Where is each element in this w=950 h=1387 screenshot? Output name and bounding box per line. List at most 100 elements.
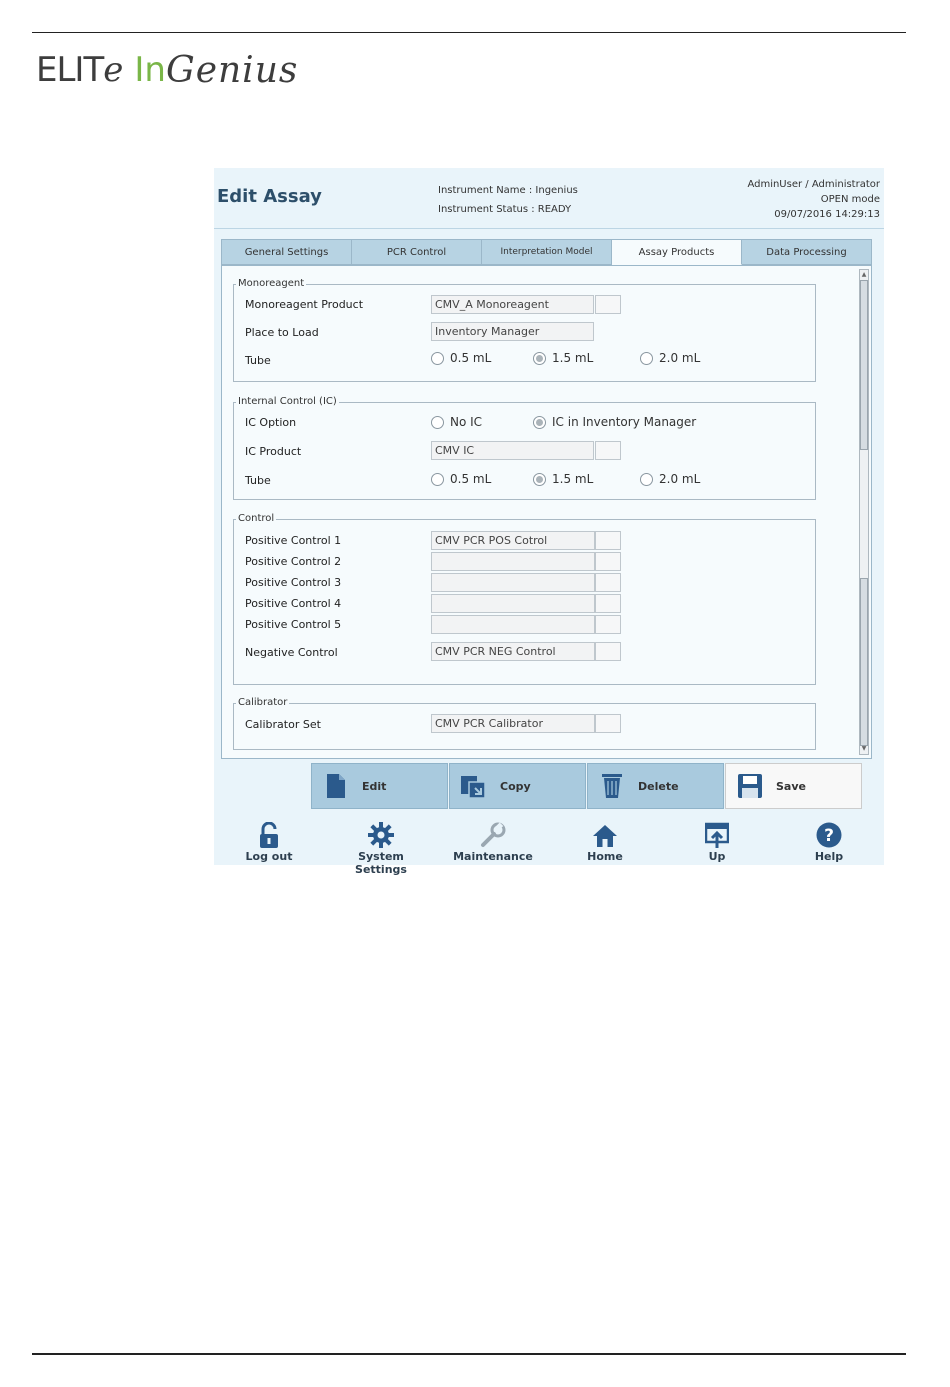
radio-circle <box>640 351 653 365</box>
tab-bar: General Settings PCR Control Interpretat… <box>221 239 872 265</box>
home-button[interactable]: Home <box>555 820 655 863</box>
tab-assay-products[interactable]: Assay Products <box>612 239 742 265</box>
mode: OPEN mode <box>820 194 880 205</box>
ic-tube-label: Tube <box>245 474 271 487</box>
negative-control-label: Negative Control <box>245 646 338 659</box>
tab-interpretation-model[interactable]: Interpretation Model <box>482 239 612 265</box>
monoreagent-product-browse-button[interactable] <box>595 295 621 314</box>
copy-icon <box>460 772 488 800</box>
user-name: AdminUser / Administrator <box>747 179 880 190</box>
gear-icon <box>331 820 431 848</box>
ic-option-inventory-manager[interactable]: IC in Inventory Manager <box>533 415 696 429</box>
action-bar: Edit Copy Delete Save <box>311 763 863 809</box>
logout-button[interactable]: Log out <box>219 820 319 863</box>
scrollbar-thumb-upper[interactable] <box>860 280 868 450</box>
group-label: Internal Control (IC) <box>236 396 339 407</box>
monoreagent-product-field[interactable]: CMV_A Monoreagent <box>431 295 594 314</box>
positive-control-4-field[interactable] <box>431 594 595 613</box>
tab-data-processing[interactable]: Data Processing <box>742 239 872 265</box>
positive-control-1-field[interactable]: CMV PCR POS Cotrol <box>431 531 595 550</box>
document-icon <box>322 772 350 800</box>
scrollbar-thumb-lower[interactable] <box>860 578 868 746</box>
page-bottom-rule <box>32 1353 906 1355</box>
positive-control-4-label: Positive Control 4 <box>245 597 342 610</box>
up-button[interactable]: Up <box>667 820 767 863</box>
tube-label: Tube <box>245 354 271 367</box>
scroll-down-icon[interactable]: ▼ <box>860 744 868 754</box>
negative-control-browse-button[interactable] <box>595 642 621 661</box>
save-button[interactable]: Save <box>725 763 862 809</box>
trash-icon <box>598 772 626 800</box>
radio-circle <box>431 472 444 486</box>
question-mark-icon: ? <box>779 820 879 848</box>
positive-control-5-label: Positive Control 5 <box>245 618 342 631</box>
group-label: Monoreagent <box>236 278 307 289</box>
system-settings-button[interactable]: System Settings <box>331 820 431 876</box>
page-title: Edit Assay <box>217 186 322 207</box>
positive-control-1-browse-button[interactable] <box>595 531 621 550</box>
ic-product-browse-button[interactable] <box>595 441 621 460</box>
elite-ingenius-logo: ELITe InGenius <box>36 50 299 91</box>
radio-circle <box>431 351 444 365</box>
header-divider <box>214 228 884 229</box>
positive-control-2-field[interactable] <box>431 552 595 571</box>
floppy-disk-icon <box>736 772 764 800</box>
edit-assay-window: Edit Assay Instrument Name : Ingenius In… <box>214 168 884 876</box>
negative-control-field[interactable]: CMV PCR NEG Control <box>431 642 595 661</box>
radio-circle-selected <box>533 472 546 486</box>
ic-product-field[interactable]: CMV IC <box>431 441 594 460</box>
ic-tube-radio-2-0ml[interactable]: 2.0 mL <box>640 472 700 486</box>
positive-control-5-browse-button[interactable] <box>595 615 621 634</box>
copy-button[interactable]: Copy <box>449 763 586 809</box>
scroll-up-icon[interactable]: ▲ <box>860 270 868 280</box>
monoreagent-product-label: Monoreagent Product <box>245 298 364 311</box>
tab-general-settings[interactable]: General Settings <box>221 239 352 265</box>
tab-pcr-control[interactable]: PCR Control <box>352 239 482 265</box>
control-group: Control Positive Control 1 CMV PCR POS C… <box>233 513 816 685</box>
edit-button[interactable]: Edit <box>311 763 448 809</box>
header: Edit Assay Instrument Name : Ingenius In… <box>214 168 884 228</box>
calibrator-set-field[interactable]: CMV PCR Calibrator <box>431 714 595 733</box>
radio-circle-selected <box>533 351 546 365</box>
assay-products-panel: Monoreagent Monoreagent Product CMV_A Mo… <box>221 265 872 759</box>
unlock-icon <box>219 820 319 848</box>
wrench-icon <box>443 820 543 848</box>
vertical-scrollbar[interactable]: ▲ ▼ <box>859 269 869 755</box>
monoreagent-group: Monoreagent Monoreagent Product CMV_A Mo… <box>233 278 816 382</box>
radio-circle <box>431 415 444 429</box>
internal-control-group: Internal Control (IC) IC Option No IC IC… <box>233 396 816 500</box>
calibrator-set-browse-button[interactable] <box>595 714 621 733</box>
delete-button[interactable]: Delete <box>587 763 724 809</box>
page-top-rule <box>32 32 906 33</box>
ic-tube-radio-1-5ml[interactable]: 1.5 mL <box>533 472 593 486</box>
user-info: AdminUser / Administrator OPEN mode 09/0… <box>747 177 880 222</box>
calibrator-group: Calibrator Calibrator Set CMV PCR Calibr… <box>233 697 816 750</box>
bottom-navigation: Log out System Settings Maintenance Home… <box>214 820 884 876</box>
positive-control-1-label: Positive Control 1 <box>245 534 342 547</box>
tube-radio-1-5ml[interactable]: 1.5 mL <box>533 351 593 365</box>
positive-control-4-browse-button[interactable] <box>595 594 621 613</box>
ic-option-no-ic[interactable]: No IC <box>431 415 482 429</box>
tube-radio-2-0ml[interactable]: 2.0 mL <box>640 351 700 365</box>
up-arrow-icon <box>667 820 767 848</box>
instrument-status: Instrument Status : READY <box>438 204 572 215</box>
positive-control-2-browse-button[interactable] <box>595 552 621 571</box>
instrument-name: Instrument Name : Ingenius <box>438 185 578 196</box>
radio-circle <box>640 472 653 486</box>
positive-control-3-label: Positive Control 3 <box>245 576 342 589</box>
instrument-info: Instrument Name : Ingenius Instrument St… <box>438 181 578 219</box>
positive-control-5-field[interactable] <box>431 615 595 634</box>
svg-text:?: ? <box>824 826 834 846</box>
group-label: Calibrator <box>236 697 290 708</box>
ic-product-label: IC Product <box>245 445 302 458</box>
tube-radio-0-5ml[interactable]: 0.5 mL <box>431 351 491 365</box>
positive-control-3-field[interactable] <box>431 573 595 592</box>
maintenance-button[interactable]: Maintenance <box>443 820 543 863</box>
calibrator-set-label: Calibrator Set <box>245 718 321 731</box>
radio-circle-selected <box>533 415 546 429</box>
help-button[interactable]: ? Help <box>779 820 879 863</box>
ic-tube-radio-0-5ml[interactable]: 0.5 mL <box>431 472 491 486</box>
positive-control-3-browse-button[interactable] <box>595 573 621 592</box>
home-icon <box>555 820 655 848</box>
place-to-load-field[interactable]: Inventory Manager <box>431 322 594 341</box>
